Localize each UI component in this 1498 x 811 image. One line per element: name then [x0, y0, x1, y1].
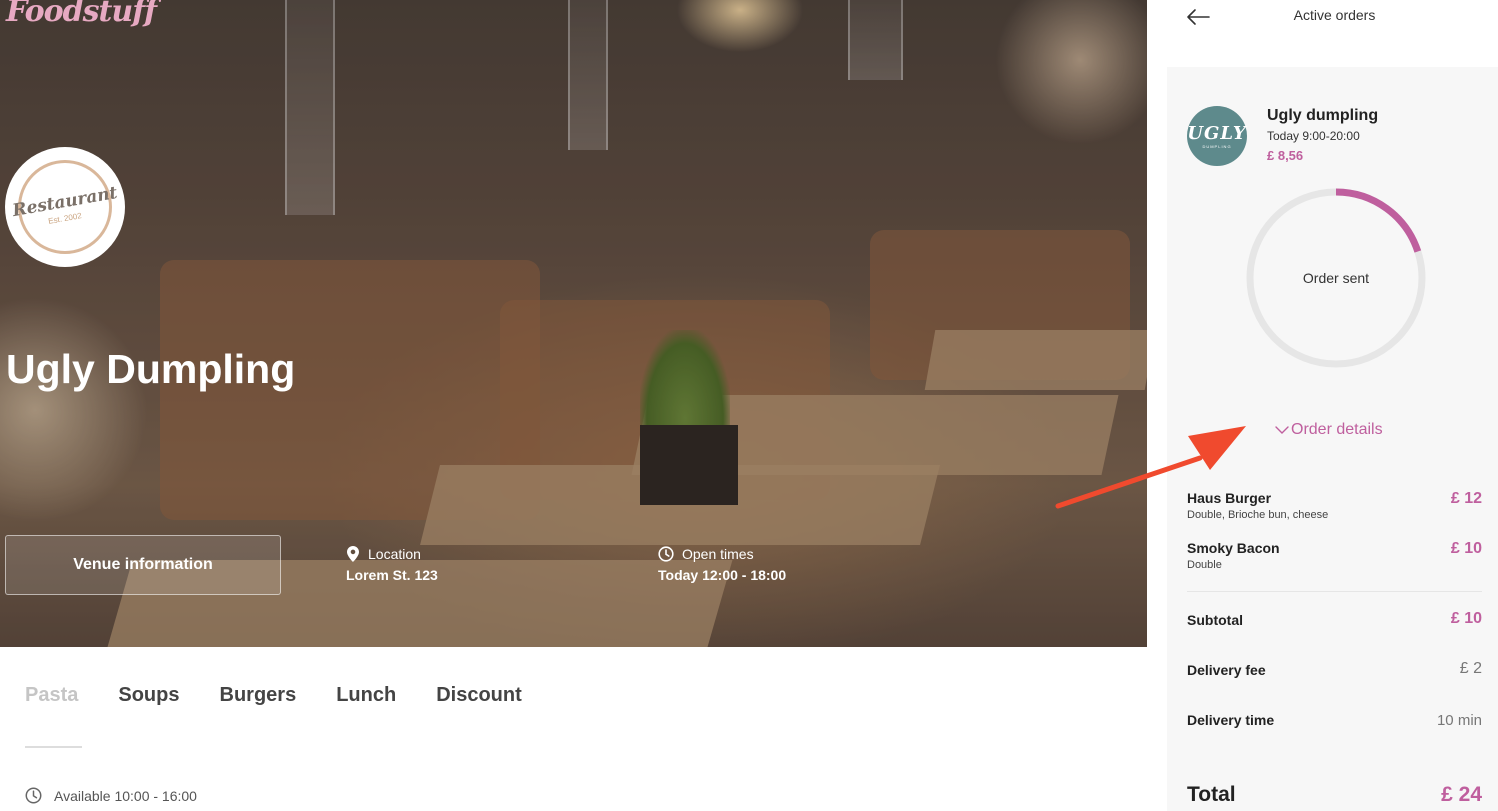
delivery-time-value: 10 min: [1436, 712, 1482, 729]
venue-title: Ugly Dumpling: [6, 346, 296, 392]
tab-pasta[interactable]: Pasta: [25, 684, 78, 707]
location-info: Location Lorem St. 123: [346, 546, 438, 583]
location-value: Lorem St. 123: [346, 567, 438, 583]
location-pin-icon: [347, 546, 359, 562]
open-times-info: Open times Today 12:00 - 18:00: [658, 546, 786, 583]
order-card: UGLY DUMPLING Ugly dumpling Today 9:00-2…: [1167, 67, 1498, 811]
location-label: Location: [368, 546, 421, 562]
subtotal-value: £ 10: [1450, 610, 1482, 627]
tab-burgers[interactable]: Burgers: [220, 684, 297, 707]
venue-logo: Restaurant Est. 2002: [5, 147, 125, 267]
item-description: Double, Brioche bun, cheese: [1187, 509, 1329, 521]
venue-avatar-sub: DUMPLING: [1202, 144, 1232, 149]
active-tab-indicator: [25, 746, 82, 748]
availability-info: Available 10:00 - 16:00: [25, 787, 197, 804]
total-label: Total: [1187, 783, 1236, 806]
availability-text: Available 10:00 - 16:00: [54, 787, 197, 804]
open-times-label: Open times: [682, 546, 754, 562]
open-times-value: Today 12:00 - 18:00: [658, 567, 787, 583]
total-row: Total £ 24: [1187, 783, 1482, 807]
delivery-fee-row: Delivery fee £ 2: [1187, 660, 1482, 678]
active-orders-panel: Active orders UGLY DUMPLING Ugly dumplin…: [1147, 0, 1498, 811]
venue-hero: Foodstuff Restaurant Est. 2002 Ugly Dump…: [0, 0, 1147, 647]
item-description: Double: [1187, 559, 1222, 571]
delivery-fee-label: Delivery fee: [1187, 662, 1266, 678]
tab-soups[interactable]: Soups: [118, 684, 179, 707]
order-line-item: Smoky Bacon Double £ 10: [1187, 540, 1482, 571]
clock-icon: [658, 546, 674, 562]
order-venue-price: £ 8,56: [1267, 148, 1304, 163]
order-venue-name: Ugly dumpling: [1267, 107, 1379, 124]
order-details-toggle[interactable]: Order details: [1275, 421, 1383, 439]
item-price: £ 12: [1450, 490, 1482, 507]
panel-title: Active orders: [1293, 7, 1376, 23]
subtotal-row: Subtotal £ 10: [1187, 610, 1482, 628]
venue-logo-badge: Restaurant Est. 2002: [11, 160, 119, 254]
clock-icon: [25, 787, 42, 804]
order-status-label: Order sent: [1302, 270, 1370, 286]
subtotal-label: Subtotal: [1187, 612, 1243, 628]
venue-avatar-text: UGLY: [1187, 123, 1247, 144]
item-name: Haus Burger: [1187, 490, 1272, 506]
brand-logo[interactable]: Foodstuff: [6, 0, 157, 29]
panel-header: Active orders: [1147, 0, 1498, 38]
delivery-time-row: Delivery time 10 min: [1187, 712, 1482, 729]
item-name: Smoky Bacon: [1187, 540, 1280, 556]
tab-lunch[interactable]: Lunch: [336, 684, 396, 707]
order-details-label: Order details: [1291, 421, 1383, 438]
tab-discount[interactable]: Discount: [436, 684, 522, 707]
item-price: £ 10: [1450, 540, 1482, 557]
total-value: £ 24: [1441, 783, 1482, 806]
category-tabs: Pasta Soups Burgers Lunch Discount: [25, 684, 562, 707]
delivery-fee-value: £ 2: [1459, 660, 1482, 677]
chevron-down-icon: [1275, 426, 1289, 434]
order-line-item: Haus Burger Double, Brioche bun, cheese …: [1187, 490, 1482, 521]
divider: [1187, 591, 1482, 592]
venue-avatar: UGLY DUMPLING: [1187, 106, 1247, 166]
order-venue-hours: Today 9:00-20:00: [1267, 129, 1360, 143]
venue-information-button[interactable]: Venue information: [5, 535, 281, 595]
